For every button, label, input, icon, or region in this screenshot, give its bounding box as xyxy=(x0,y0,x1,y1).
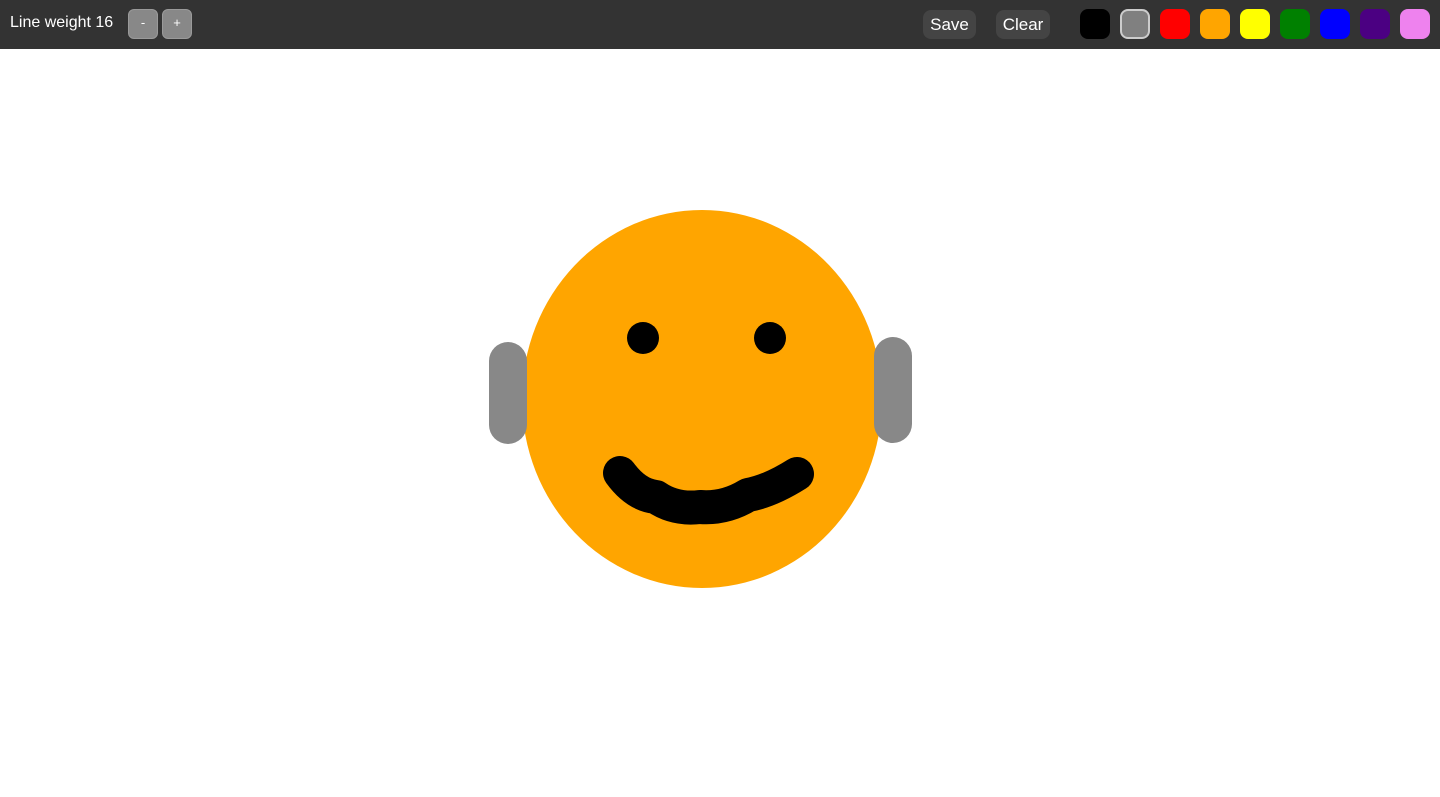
drawing-canvas[interactable] xyxy=(0,49,1440,797)
clear-button[interactable]: Clear xyxy=(996,10,1050,39)
color-swatch-blue[interactable] xyxy=(1320,9,1350,39)
color-swatch-black[interactable] xyxy=(1080,9,1110,39)
color-swatch-orange[interactable] xyxy=(1200,9,1230,39)
line-weight-label: Line weight 16 xyxy=(10,14,114,31)
color-swatch-indigo[interactable] xyxy=(1360,9,1390,39)
decrease-weight-button[interactable]: - xyxy=(128,9,158,39)
color-swatch-red[interactable] xyxy=(1160,9,1190,39)
color-swatch-violet[interactable] xyxy=(1400,9,1430,39)
drawing-surface xyxy=(489,210,912,588)
increase-weight-button[interactable]: + xyxy=(162,9,192,39)
face-stroke xyxy=(522,210,882,588)
color-swatch-gray[interactable] xyxy=(1120,9,1150,39)
right-eye-dot xyxy=(754,322,786,354)
color-swatch-yellow[interactable] xyxy=(1240,9,1270,39)
save-button[interactable]: Save xyxy=(923,10,976,39)
color-swatch-green[interactable] xyxy=(1280,9,1310,39)
left-eye-dot xyxy=(627,322,659,354)
toolbar: Line weight 16 - + Save Clear xyxy=(0,0,1440,49)
